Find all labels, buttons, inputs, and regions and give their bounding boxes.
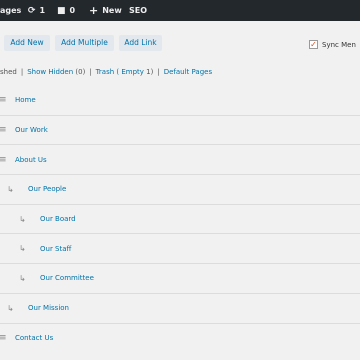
page-title-link[interactable]: Our Work <box>15 126 48 134</box>
drag-handle-icon[interactable]: ≡ <box>0 95 7 105</box>
page-tree-row[interactable]: ↳ Our Committee <box>0 263 360 293</box>
admin-bar-new[interactable]: + New <box>89 0 122 21</box>
page-tree-row[interactable]: ↳ Our Mission <box>0 292 360 323</box>
comments-count: 0 <box>69 6 76 15</box>
admin-bar: ages ⟳ 1 ■ 0 + New SEO <box>0 0 360 21</box>
admin-bar-pages-label: ages <box>0 6 22 15</box>
sync-menu-label: Sync Men <box>322 40 356 49</box>
filter-separator: | <box>157 68 160 76</box>
filter-show-hidden-count: (0) <box>75 68 86 76</box>
page-tree-row[interactable]: ↳ Our People <box>0 174 360 204</box>
page-title-link[interactable]: Our People <box>28 185 66 193</box>
add-new-button[interactable]: Add New <box>4 35 50 51</box>
plus-icon: + <box>89 4 99 17</box>
drag-handle-icon[interactable]: ≡ <box>0 155 7 165</box>
admin-bar-seo[interactable]: SEO <box>129 0 147 21</box>
page-tree-row[interactable]: ≡ Home <box>0 85 360 115</box>
admin-bar-comments[interactable]: ■ 0 <box>57 0 75 21</box>
filter-show-hidden[interactable]: Show Hidden <box>27 68 73 76</box>
page-title-link[interactable]: Our Mission <box>28 304 69 312</box>
page-title-link[interactable]: Home <box>15 96 36 104</box>
admin-bar-new-label: New <box>102 6 122 15</box>
admin-bar-updates[interactable]: ⟳ 1 <box>28 0 45 21</box>
add-link-button[interactable]: Add Link <box>119 35 162 51</box>
admin-bar-pages-link[interactable]: ages <box>0 0 21 21</box>
page-tree-row[interactable]: ↳ Our Staff <box>0 233 360 263</box>
drag-handle-icon[interactable]: ≡ <box>0 125 7 135</box>
filter-separator: | <box>20 68 24 76</box>
page-title-link[interactable]: About Us <box>15 156 47 164</box>
page-tree-row[interactable]: ≡ Our Work <box>0 114 360 145</box>
admin-bar-seo-label: SEO <box>129 6 148 15</box>
add-multiple-button[interactable]: Add Multiple <box>55 35 114 51</box>
page-tree-row[interactable]: ≡ About Us <box>0 144 360 174</box>
filter-default-pages[interactable]: Default Pages <box>164 68 212 76</box>
comment-icon: ■ <box>57 5 66 16</box>
filter-trash-count: 1) <box>146 68 154 76</box>
page-title-link[interactable]: Our Board <box>40 215 76 223</box>
page-tree-row[interactable]: ↳ Our Board <box>0 203 360 234</box>
updates-count: 1 <box>39 6 46 15</box>
child-arrow-icon: ↳ <box>19 244 26 254</box>
filter-separator: | <box>89 68 92 76</box>
filter-trash-empty[interactable]: ( Empty <box>116 68 144 76</box>
drag-handle-icon[interactable]: ≡ <box>0 333 7 343</box>
page-title-link[interactable]: Our Staff <box>40 245 71 253</box>
child-arrow-icon: ↳ <box>19 214 26 224</box>
status-filter-bar: shed | Show Hidden (0) | Trash ( Empty 1) | De… <box>0 68 212 76</box>
page-title-link[interactable]: Contact Us <box>15 334 53 342</box>
child-arrow-icon: ↳ <box>7 184 14 194</box>
updates-icon: ⟳ <box>28 5 36 16</box>
sync-menu-toggle[interactable]: ✓ Sync Men <box>309 40 356 49</box>
child-arrow-icon: ↳ <box>19 273 26 283</box>
page-tree: ≡ Home ≡ Our Work ≡ About Us ↳ Our Peopl… <box>0 85 360 352</box>
page-title-link[interactable]: Our Committee <box>40 274 94 282</box>
child-arrow-icon: ↳ <box>7 303 14 313</box>
page-tree-row[interactable]: ≡ Contact Us <box>0 322 360 353</box>
sync-menu-checkbox[interactable]: ✓ <box>309 40 318 49</box>
filter-trash[interactable]: Trash <box>96 68 115 76</box>
filter-published[interactable]: shed <box>0 68 17 76</box>
